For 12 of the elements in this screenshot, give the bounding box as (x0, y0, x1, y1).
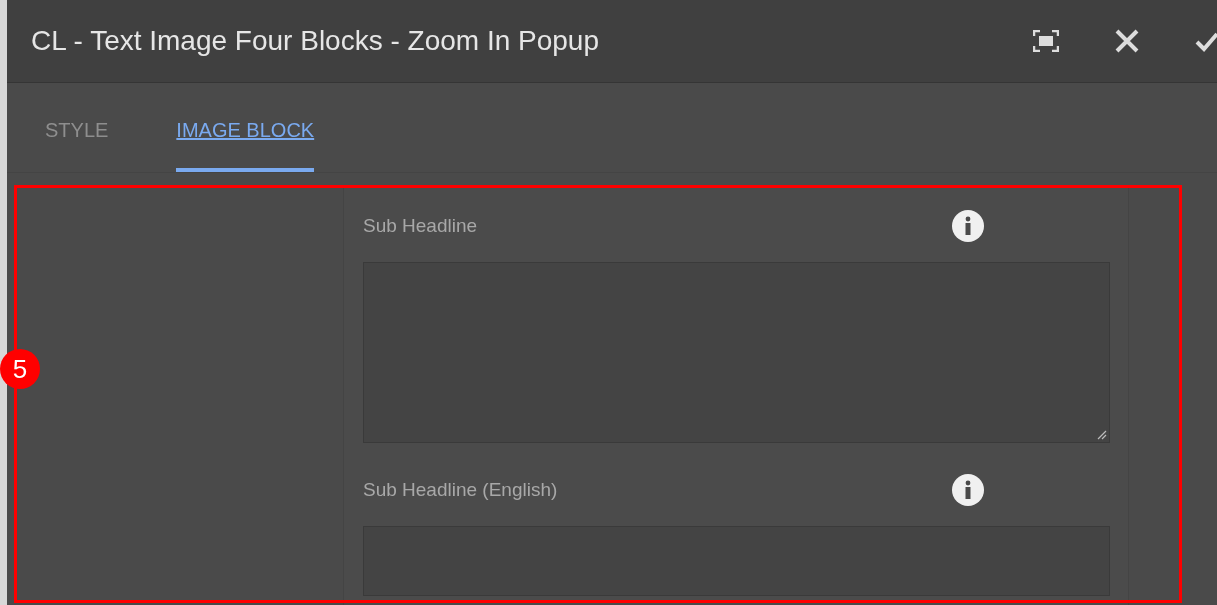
window-title: CL - Text Image Four Blocks - Zoom In Popup (31, 24, 600, 58)
checkmark-icon[interactable] (1195, 30, 1217, 52)
info-icon[interactable] (952, 474, 984, 506)
step-number: 5 (0, 349, 40, 389)
close-icon[interactable] (1115, 29, 1139, 53)
field-label: Sub Headline (363, 213, 478, 238)
tab[interactable]: IMAGE BLOCK (176, 83, 315, 172)
tab[interactable]: STYLE (45, 83, 109, 172)
field-label: Sub Headline (English) (363, 477, 558, 502)
info-icon[interactable] (952, 210, 984, 242)
fullscreen-icon[interactable] (1033, 30, 1059, 52)
resize-handle-icon[interactable] (1097, 430, 1107, 440)
